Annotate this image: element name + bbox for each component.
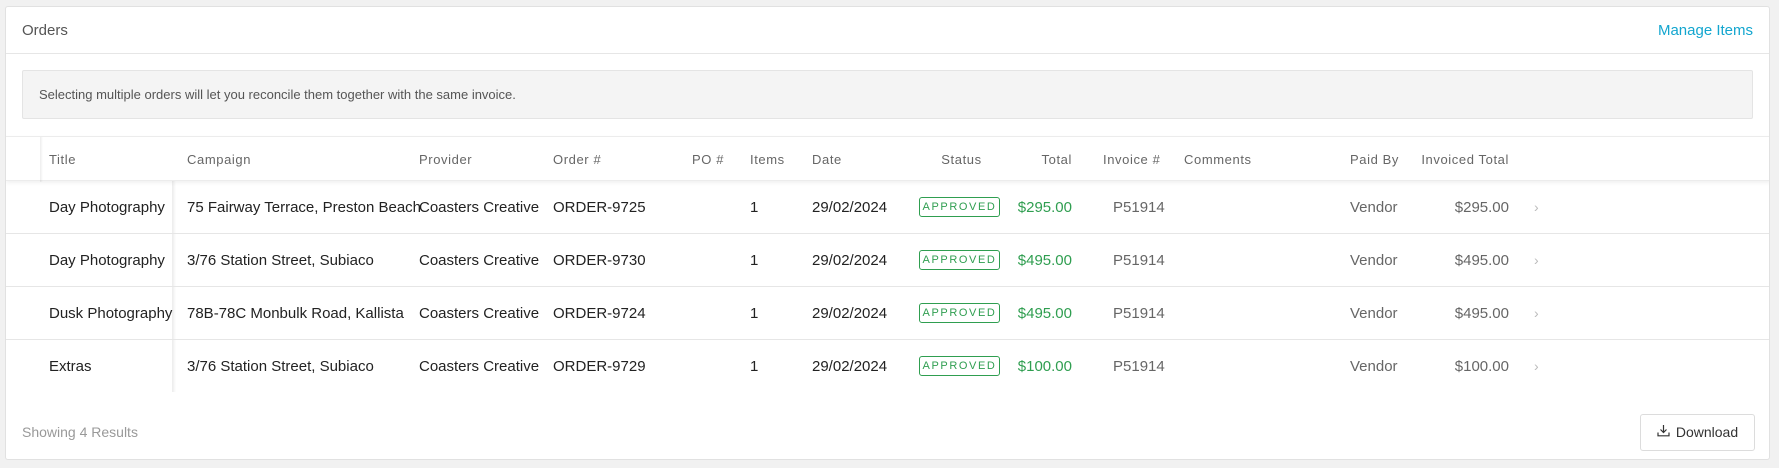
download-icon (1657, 424, 1670, 440)
download-label: Download (1675, 424, 1739, 440)
cell-campaign: 3/76 Station Street, Subiaco (187, 357, 374, 375)
cell-total: $495.00 (1017, 251, 1072, 269)
col-header-status[interactable]: Status (916, 137, 1007, 182)
col-header-date[interactable]: Date (812, 137, 842, 182)
col-header-total[interactable]: Total (1016, 137, 1072, 182)
col-header-title[interactable]: Title (49, 137, 76, 182)
orders-card: Orders Manage Items Selecting multiple o… (5, 6, 1770, 460)
table-header: Title Campaign Provider Order # PO # Ite… (6, 136, 1769, 182)
col-header-paid-by[interactable]: Paid By (1350, 137, 1399, 182)
cell-provider: Coasters Creative (419, 198, 540, 216)
col-header-items[interactable]: Items (750, 137, 785, 182)
cell-invoice: P51914 (1113, 198, 1165, 216)
table-row[interactable]: Dusk Photography 78B-78C Monbulk Road, K… (6, 287, 1769, 340)
cell-provider: Coasters Creative (419, 251, 540, 269)
col-header-provider[interactable]: Provider (419, 137, 472, 182)
cell-provider: Coasters Creative (419, 304, 540, 322)
cell-invoice: P51914 (1113, 251, 1165, 269)
status-badge: APPROVED (919, 197, 1000, 217)
card-header: Orders Manage Items (6, 7, 1769, 54)
cell-items: 1 (750, 304, 759, 322)
cell-paid-by: Vendor (1350, 304, 1398, 322)
col-header-po[interactable]: PO # (692, 137, 724, 182)
cell-paid-by: Vendor (1350, 251, 1398, 269)
frozen-column-shadow (172, 181, 176, 233)
table-row[interactable]: Day Photography 3/76 Station Street, Sub… (6, 234, 1769, 287)
cell-date: 29/02/2024 (812, 304, 888, 322)
cell-campaign: 3/76 Station Street, Subiaco (187, 251, 374, 269)
orders-table: Title Campaign Provider Order # PO # Ite… (6, 136, 1769, 392)
cell-title: Day Photography (49, 251, 165, 269)
info-notice: Selecting multiple orders will let you r… (22, 70, 1753, 119)
cell-paid-by: Vendor (1350, 198, 1398, 216)
cell-total: $295.00 (1017, 198, 1072, 216)
cell-invoiced-total: $100.00 (1454, 357, 1509, 375)
download-button[interactable]: Download (1640, 413, 1755, 451)
cell-items: 1 (750, 198, 759, 216)
cell-date: 29/02/2024 (812, 198, 888, 216)
cell-title: Day Photography (49, 198, 165, 216)
table-footer: Showing 4 Results Download (6, 404, 1769, 459)
cell-invoiced-total: $295.00 (1454, 198, 1509, 216)
cell-date: 29/02/2024 (812, 357, 888, 375)
col-header-invoiced-total[interactable]: Invoiced Total (1416, 137, 1509, 182)
status-badge: APPROVED (919, 250, 1000, 270)
chevron-right-icon[interactable]: › (1534, 199, 1539, 215)
manage-items-link[interactable]: Manage Items (1658, 22, 1753, 39)
cell-campaign: 78B-78C Monbulk Road, Kallista (187, 304, 404, 322)
cell-paid-by: Vendor (1350, 357, 1398, 375)
cell-order: ORDER-9729 (553, 357, 646, 375)
cell-invoice: P51914 (1113, 304, 1165, 322)
frozen-column-shadow (172, 287, 176, 339)
col-header-order[interactable]: Order # (553, 137, 601, 182)
results-count: Showing 4 Results (22, 424, 138, 440)
cell-invoiced-total: $495.00 (1454, 251, 1509, 269)
col-header-invoice[interactable]: Invoice # (1103, 137, 1160, 182)
cell-title: Extras (49, 357, 92, 375)
cell-invoiced-total: $495.00 (1454, 304, 1509, 322)
cell-date: 29/02/2024 (812, 251, 888, 269)
table-row[interactable]: Extras 3/76 Station Street, Subiaco Coas… (6, 340, 1769, 392)
cell-order: ORDER-9730 (553, 251, 646, 269)
frozen-column-shadow (172, 234, 176, 286)
table-row[interactable]: Day Photography 75 Fairway Terrace, Pres… (6, 181, 1769, 234)
col-header-campaign[interactable]: Campaign (187, 137, 251, 182)
cell-total: $495.00 (1017, 304, 1072, 322)
cell-items: 1 (750, 251, 759, 269)
table-body: Day Photography 75 Fairway Terrace, Pres… (6, 181, 1769, 392)
col-header-comments[interactable]: Comments (1184, 137, 1252, 182)
chevron-right-icon[interactable]: › (1534, 305, 1539, 321)
chevron-right-icon[interactable]: › (1534, 252, 1539, 268)
chevron-right-icon[interactable]: › (1534, 358, 1539, 374)
cell-provider: Coasters Creative (419, 357, 540, 375)
cell-title: Dusk Photography (49, 304, 173, 322)
cell-total: $100.00 (1017, 357, 1072, 375)
cell-invoice: P51914 (1113, 357, 1165, 375)
frozen-column-shadow (40, 137, 43, 182)
cell-order: ORDER-9724 (553, 304, 646, 322)
status-badge: APPROVED (919, 303, 1000, 323)
frozen-column-shadow (172, 340, 176, 392)
cell-order: ORDER-9725 (553, 198, 646, 216)
status-badge: APPROVED (919, 356, 1000, 376)
cell-items: 1 (750, 357, 759, 375)
cell-campaign: 75 Fairway Terrace, Preston Beach (187, 198, 422, 216)
page-title: Orders (22, 21, 68, 39)
